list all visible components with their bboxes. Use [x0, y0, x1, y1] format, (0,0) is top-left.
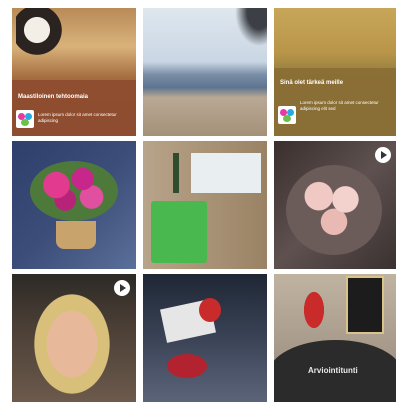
- feed-tile-7[interactable]: [12, 274, 136, 402]
- feed-tile-3[interactable]: Sinä olet tärkeä meille Lorem ipsum dolo…: [274, 8, 396, 136]
- tile-1-subtitle: Lorem ipsum dolor sit amet consectetur a…: [38, 112, 117, 123]
- selfie-photo: [28, 286, 116, 402]
- feed-tile-8[interactable]: [143, 274, 267, 402]
- play-video-icon: [114, 280, 130, 296]
- feed-tile-2[interactable]: [143, 8, 267, 136]
- feed-tile-5[interactable]: [143, 141, 267, 269]
- instagram-feed-grid: Maastiloinen tehtoomaia Lorem ipsum dolo…: [12, 8, 396, 402]
- tile-3-subtitle: Lorem ipsum dolor sit amet consectetur a…: [300, 100, 379, 111]
- feed-tile-4[interactable]: [12, 141, 136, 269]
- lantern-photo: [346, 276, 384, 334]
- flower-photo: [30, 161, 118, 221]
- tile-1-title: Maastiloinen tehtoomaia: [18, 94, 89, 100]
- play-video-icon: [375, 147, 391, 163]
- tile-3-title: Sinä olet tärkeä meille: [280, 80, 344, 86]
- gnome-photo: [294, 274, 334, 334]
- feed-tile-1[interactable]: Maastiloinen tehtoomaia Lorem ipsum dolo…: [12, 8, 136, 136]
- brand-logo-icon: [278, 106, 296, 124]
- tile-9-overlay-text: Arviointitunti: [308, 366, 358, 375]
- cow-photo: [16, 8, 76, 63]
- feed-tile-6[interactable]: [274, 141, 396, 269]
- brand-logo-icon: [16, 110, 34, 128]
- feed-tile-9[interactable]: Arviointitunti: [274, 274, 396, 402]
- green-bag-photo: [151, 201, 207, 263]
